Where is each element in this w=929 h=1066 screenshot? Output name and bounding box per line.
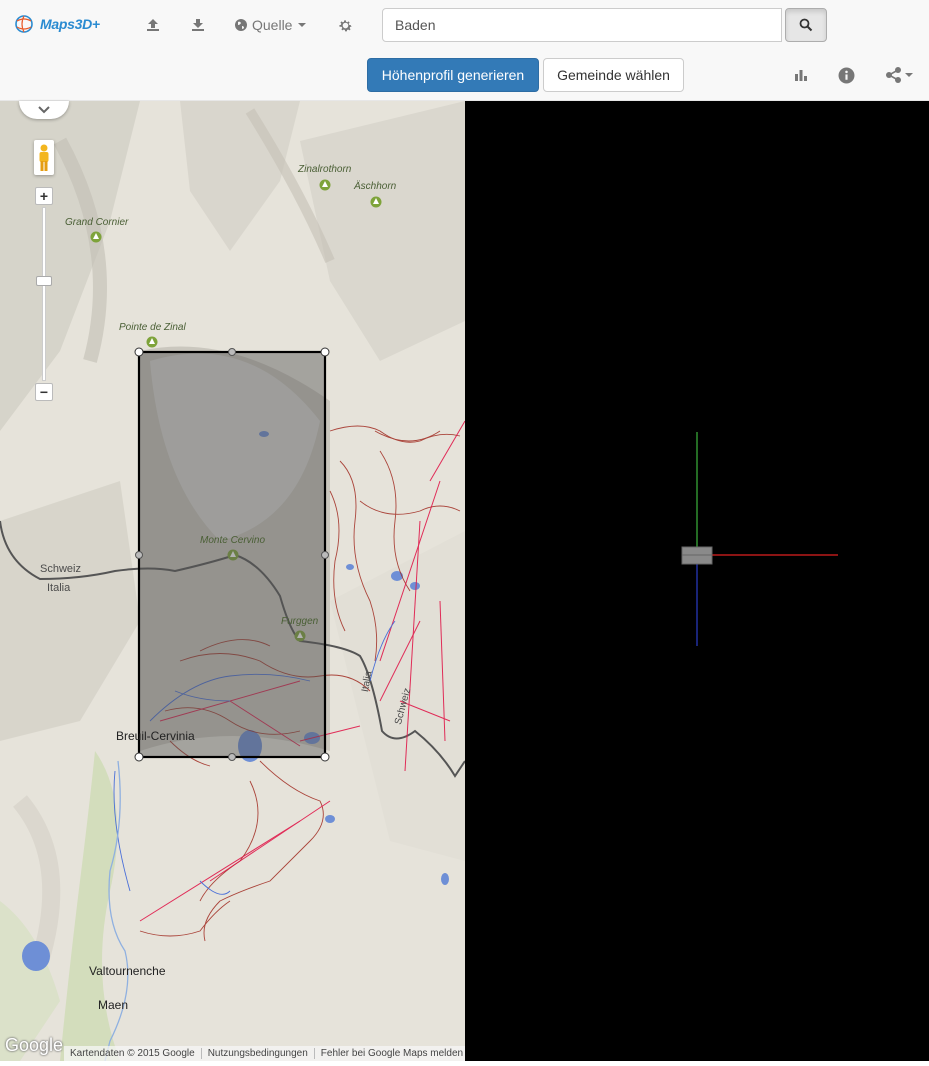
search-input[interactable]: [382, 8, 782, 42]
caret-down-icon: [298, 23, 307, 27]
brand-logo[interactable]: Maps3D+: [14, 12, 100, 36]
chevron-down-icon: [38, 106, 50, 114]
brand-name: Maps3D+: [40, 16, 100, 32]
select-municipality-button[interactable]: Gemeinde wählen: [543, 58, 684, 92]
zoom-slider-track[interactable]: [42, 207, 46, 381]
street-view-pegman[interactable]: [34, 140, 54, 175]
map-label-valtournenche: Valtournenche: [89, 964, 166, 978]
map-label-schweiz: Schweiz: [40, 563, 81, 575]
pegman-icon: [39, 144, 49, 171]
generate-elevation-profile-button[interactable]: Höhenprofil generieren: [367, 58, 539, 92]
3d-viewport[interactable]: [465, 101, 929, 1061]
top-navbar: Maps3D+ Quelle Höhenprofil generieren Ge…: [0, 0, 929, 101]
upload-icon[interactable]: [142, 14, 164, 36]
download-icon[interactable]: [187, 14, 209, 36]
map-label-zinalrothorn: Zinalrothorn: [298, 164, 352, 175]
globe-logo-icon: [15, 15, 33, 33]
share-dropdown[interactable]: [882, 64, 916, 86]
terms-link[interactable]: Nutzungsbedingungen: [202, 1048, 314, 1059]
search-button[interactable]: [785, 8, 827, 42]
globe-icon: [235, 19, 247, 31]
zoom-in-button[interactable]: +: [35, 187, 53, 205]
map-attribution: Kartendaten © 2015 Google Nutzungsbeding…: [64, 1046, 470, 1061]
zoom-slider-thumb[interactable]: [36, 276, 52, 286]
selection-rectangle[interactable]: [137, 350, 327, 759]
map-label-aschhorn: Äschhorn: [354, 181, 397, 192]
map-label-furggen: Furggen: [281, 616, 319, 627]
map-label-breuil-cervinia: Breuil-Cervinia: [116, 729, 195, 743]
gear-icon[interactable]: [334, 14, 356, 36]
zoom-out-button[interactable]: −: [35, 383, 53, 401]
map-label-maen: Maen: [98, 998, 129, 1012]
terrain-map: [0, 101, 465, 1061]
map-view[interactable]: Zinalrothorn Äschhorn Grand Cornier Poin…: [0, 101, 465, 1061]
info-icon[interactable]: [837, 64, 855, 86]
zoom-control: + −: [35, 187, 53, 401]
map-data-credit[interactable]: Kartendaten © 2015 Google: [64, 1048, 201, 1059]
bar-chart-icon[interactable]: [793, 64, 809, 86]
google-logo[interactable]: Google: [5, 1035, 63, 1056]
search-icon: [799, 18, 813, 32]
caret-down-icon: [905, 73, 913, 77]
source-dropdown[interactable]: Quelle: [234, 14, 307, 36]
share-icon: [886, 67, 901, 83]
map-label-pointe-de-zinal: Pointe de Zinal: [119, 322, 186, 333]
source-label: Quelle: [252, 17, 293, 33]
map-label-grand-cornier: Grand Cornier: [65, 217, 129, 228]
map-label-italia: Italia: [47, 582, 71, 594]
map-label-monte-cervino: Monte Cervino: [200, 535, 266, 546]
report-error-link[interactable]: Fehler bei Google Maps melden: [315, 1048, 469, 1059]
3d-scene: [681, 432, 838, 646]
